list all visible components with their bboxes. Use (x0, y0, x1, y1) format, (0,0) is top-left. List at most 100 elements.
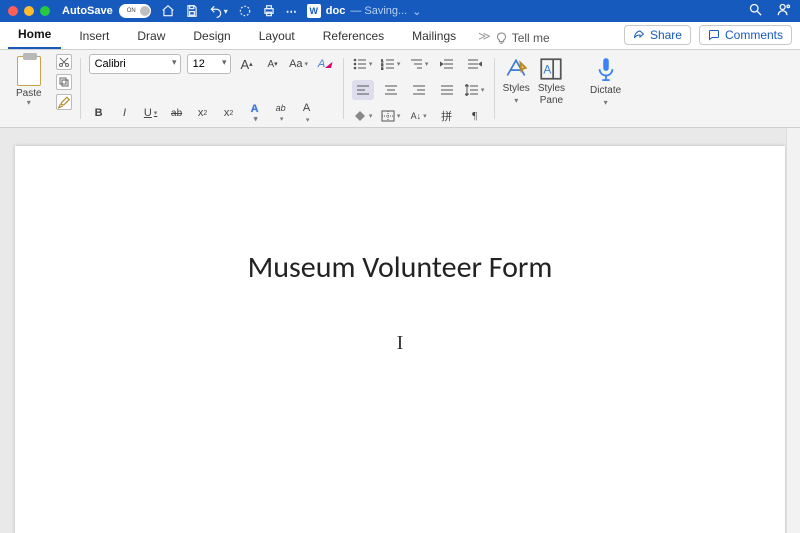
styles-dictate-group: Styles ▾ A Styles Pane Dictate ▾ (497, 54, 628, 123)
svg-text:3: 3 (381, 66, 384, 70)
clear-formatting-button[interactable]: A◢ (315, 54, 335, 74)
decrease-font-button[interactable]: A▾ (263, 54, 283, 74)
change-case-glyph: Aa (289, 58, 302, 70)
document-heading[interactable]: Museum Volunteer Form (15, 249, 785, 286)
decrease-indent-button[interactable] (436, 54, 458, 74)
dictate-dropdown-arrow[interactable]: ▾ (604, 98, 608, 107)
ribbon-tabs: Home Insert Draw Design Layout Reference… (0, 22, 800, 50)
vertical-scrollbar[interactable] (786, 128, 800, 533)
underline-button[interactable]: U (141, 103, 161, 123)
tab-insert[interactable]: Insert (69, 23, 119, 49)
tab-home[interactable]: Home (8, 21, 61, 49)
dictate-button[interactable]: Dictate ▾ (590, 56, 621, 107)
superscript-button[interactable]: x2 (219, 103, 239, 123)
increase-font-glyph: A (240, 57, 249, 72)
group-separator (80, 58, 81, 119)
more-qat-icon[interactable]: ⋯ (286, 5, 297, 18)
strikethrough-button[interactable]: ab (167, 103, 187, 123)
group-separator (343, 58, 344, 119)
decrease-font-glyph: A (267, 59, 274, 70)
multilevel-list-button[interactable] (408, 54, 430, 74)
title-separator: — (350, 5, 364, 17)
print-icon[interactable] (262, 4, 276, 18)
document-status: — Saving... (350, 5, 407, 17)
document-page[interactable]: Museum Volunteer Form I (15, 146, 785, 533)
sort-button[interactable]: A↓ (408, 106, 430, 126)
search-icon[interactable] (748, 2, 763, 20)
bold-glyph: B (95, 107, 103, 119)
change-case-button[interactable]: Aa (289, 54, 309, 74)
strike-glyph: ab (171, 108, 182, 119)
quick-access-toolbar: ▾ ⋯ (161, 4, 297, 18)
subscript-button[interactable]: x2 (193, 103, 213, 123)
chinese-glyph: 拼 (441, 108, 452, 124)
increase-font-button[interactable]: A▴ (237, 54, 257, 74)
styles-pane-label2: Pane (540, 96, 563, 106)
bullets-button[interactable] (352, 54, 374, 74)
shading-button[interactable] (352, 106, 374, 126)
paste-dropdown-arrow[interactable]: ▾ (27, 101, 31, 105)
format-painter-button[interactable] (56, 94, 72, 110)
home-icon[interactable] (161, 4, 175, 18)
minimize-window-button[interactable] (24, 6, 34, 16)
titlebar-right (748, 0, 792, 22)
highlight-color-button[interactable]: ab (271, 103, 291, 123)
italic-button[interactable]: I (115, 103, 135, 123)
clipboard-side (56, 54, 72, 110)
bold-button[interactable]: B (89, 103, 109, 123)
document-area: Museum Volunteer Form I (0, 128, 800, 533)
close-window-button[interactable] (8, 6, 18, 16)
increase-indent-button[interactable] (464, 54, 486, 74)
titlebar: AutoSave ON ▾ ⋯ W doc — Saving... ⌄ (0, 0, 800, 22)
font-name-select[interactable] (89, 54, 181, 74)
styles-dropdown-arrow[interactable]: ▾ (514, 96, 518, 105)
font-size-select[interactable] (187, 54, 231, 74)
tab-draw[interactable]: Draw (127, 23, 175, 49)
microphone-icon (595, 56, 617, 84)
paste-button[interactable]: Paste ▾ (12, 54, 46, 107)
justify-button[interactable] (436, 80, 458, 100)
chinese-layout-button[interactable]: 拼 (436, 106, 458, 126)
tabs-overflow-icon[interactable]: ≫ (478, 29, 491, 43)
borders-button[interactable] (380, 106, 402, 126)
tab-layout[interactable]: Layout (249, 23, 305, 49)
align-center-button[interactable] (380, 80, 402, 100)
cut-button[interactable] (56, 54, 72, 70)
styles-pane-icon: A (538, 56, 564, 82)
save-icon[interactable] (185, 4, 199, 18)
font-color-button[interactable]: A (297, 103, 317, 123)
line-spacing-button[interactable] (464, 80, 486, 100)
traffic-lights (8, 6, 50, 16)
numbering-button[interactable]: 123 (380, 54, 402, 74)
tell-me[interactable]: Tell me (495, 31, 550, 45)
copy-button[interactable] (56, 74, 72, 90)
account-icon[interactable] (777, 2, 792, 20)
comments-label: Comments (725, 28, 783, 42)
document-name[interactable]: doc (326, 5, 346, 17)
zoom-window-button[interactable] (40, 6, 50, 16)
comments-button[interactable]: Comments (699, 25, 792, 45)
tab-mailings[interactable]: Mailings (402, 23, 466, 49)
word-app-icon: W (307, 4, 321, 18)
undo-dropdown-arrow[interactable]: ▾ (224, 7, 228, 16)
styles-pane-button[interactable]: A Styles Pane (538, 56, 565, 106)
highlight-glyph: ab (276, 103, 286, 113)
document-title: W doc — Saving... ⌄ (307, 4, 422, 18)
styles-button[interactable]: Styles ▾ (503, 56, 530, 105)
clipboard-icon (17, 56, 41, 86)
text-cursor-icon: I (397, 332, 404, 355)
autosave-toggle[interactable]: ON (119, 4, 151, 18)
text-effects-button[interactable]: A (245, 103, 265, 123)
styles-pane-label1: Styles (538, 84, 565, 94)
redo-icon[interactable] (238, 4, 252, 18)
tab-design[interactable]: Design (183, 23, 240, 49)
title-chevron-icon[interactable]: ⌄ (412, 5, 421, 18)
tab-references[interactable]: References (313, 23, 394, 49)
styles-label: Styles (503, 84, 530, 94)
undo-icon[interactable]: ▾ (209, 4, 228, 18)
share-button[interactable]: Share (624, 25, 691, 45)
show-paragraph-marks-button[interactable]: ¶ (464, 106, 486, 126)
align-left-button[interactable] (352, 80, 374, 100)
ribbon-tabs-right: Share Comments (624, 25, 792, 45)
align-right-button[interactable] (408, 80, 430, 100)
